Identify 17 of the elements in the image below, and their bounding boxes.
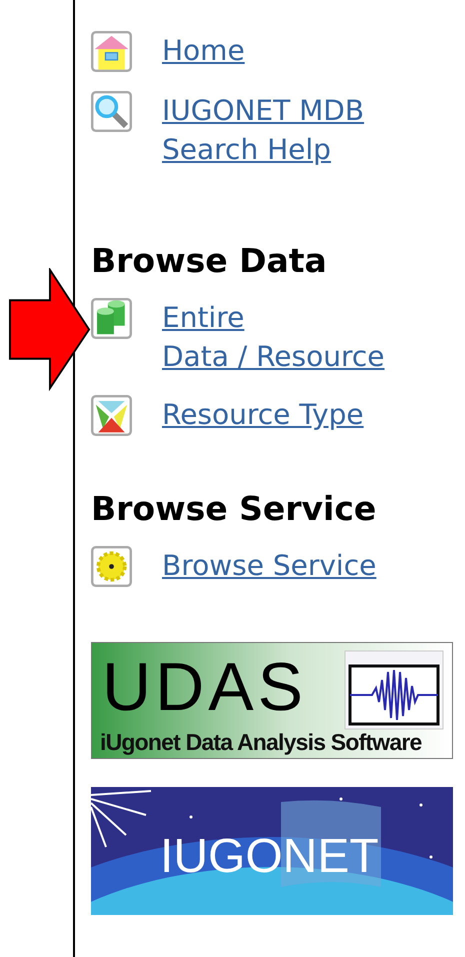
search-icon xyxy=(91,91,132,132)
iugonet-banner[interactable]: IUGONET xyxy=(91,787,453,915)
nav-link[interactable]: Browse Service xyxy=(162,546,376,585)
triangles-icon xyxy=(91,395,132,436)
banner-title: IUGONET xyxy=(160,829,379,885)
nav-link[interactable]: Home xyxy=(162,31,245,70)
nav-link[interactable]: Resource Type xyxy=(162,395,364,434)
banner-title: UDAS xyxy=(102,651,307,723)
nav-link[interactable]: Entire Data / Resource xyxy=(162,298,384,376)
house-icon xyxy=(91,31,132,72)
database-icon xyxy=(91,298,132,339)
banner-caption: iUgonet Data Analysis Software xyxy=(100,729,422,756)
section-heading: Browse Service xyxy=(91,488,378,530)
section-heading: Browse Data xyxy=(91,240,328,282)
udas-banner[interactable]: UDAS iUgonet Data Analysis Software xyxy=(91,642,453,759)
nav-link[interactable]: IUGONET MDB Search Help xyxy=(162,91,364,169)
gear-icon xyxy=(91,546,132,587)
